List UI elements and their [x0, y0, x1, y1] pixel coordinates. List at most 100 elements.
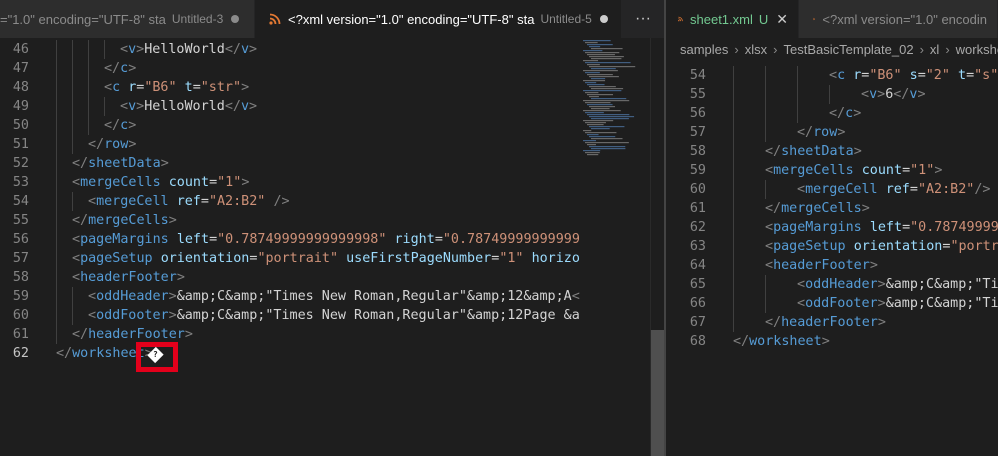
unsaved-dot-icon[interactable] [599, 15, 608, 23]
code-token: mergeCell [96, 194, 169, 209]
code-token: pageMargins [80, 232, 169, 247]
code-token: > [877, 315, 886, 330]
code-token: /> [974, 182, 991, 197]
breadcrumb-item[interactable]: xlsx [745, 42, 767, 57]
code-token: v [240, 42, 249, 57]
tab-path: Untitled-3 [171, 12, 224, 26]
line-number: 60 [689, 182, 706, 197]
minimap-line [583, 40, 611, 42]
tab-untitled-3[interactable]: ="1.0" encoding="UTF-8" sta Untitled-3 [0, 0, 255, 38]
scrollbar-thumb[interactable] [651, 330, 664, 456]
code-token: </ [72, 327, 89, 342]
code-text: </c> [104, 116, 136, 135]
code-text: </row> [797, 123, 845, 142]
code-token: > [821, 334, 830, 349]
code-token: mergeCells [88, 213, 169, 228]
code-token: /> [273, 194, 290, 209]
code-token: </ [104, 118, 121, 133]
minimap-line [585, 52, 620, 54]
code-line: 50 </c> [0, 116, 580, 135]
breadcrumb-separator-icon: › [734, 41, 739, 57]
code-token: > [176, 270, 185, 285]
minimap-line [585, 82, 597, 84]
minimap-line [585, 102, 611, 104]
line-number: 66 [689, 296, 706, 311]
code-token: "0.78749999999999998" [910, 220, 998, 235]
code-text: </mergeCells> [72, 211, 177, 230]
minimap-line [587, 44, 613, 46]
minimap-line [589, 116, 635, 118]
tab-untitled-5[interactable]: <?xml version="1.0" encoding="UTF-8" sta… [255, 0, 622, 38]
code-token: "portrait" [950, 239, 998, 254]
breadcrumb-item[interactable]: TestBasicTemplate_02 [784, 42, 914, 57]
more-actions-button[interactable]: ··· [622, 0, 664, 38]
code-token: "B6" [869, 68, 902, 83]
close-tab-icon[interactable]: ✕ [776, 11, 788, 28]
code-token: > [168, 289, 177, 304]
code-token: v [240, 99, 249, 114]
tab-xml-other[interactable]: <?xml version="1.0" encodin [799, 0, 998, 38]
breadcrumb: samples › xlsx › TestBasicTemplate_02 › xl › wor… [666, 38, 998, 60]
unsaved-dot-icon[interactable] [231, 15, 240, 23]
code-line: 46 <v>HelloWorld</v> [0, 40, 580, 59]
code-token: </ [224, 99, 241, 114]
code-token: oddFooter [805, 296, 878, 311]
code-token: </ [893, 87, 910, 102]
code-line: 53 <mergeCells count="1"> [0, 173, 580, 192]
code-token: "portrait" [257, 251, 339, 266]
breadcrumb-item[interactable]: xl [930, 42, 939, 57]
line-number: 57 [689, 125, 706, 140]
line-number: 48 [12, 80, 29, 95]
code-token: worksheet [749, 334, 822, 349]
code-text: </sheetData> [72, 154, 169, 173]
code-token: < [797, 277, 806, 292]
code-token: > [877, 87, 886, 102]
code-token: sheetData [781, 144, 854, 159]
minimap-line [583, 60, 599, 62]
code-token: < [120, 42, 129, 57]
minimap[interactable] [580, 38, 650, 456]
code-token: > [241, 175, 250, 190]
code-text: <pageMargins left="0.78749999999999998" … [72, 230, 580, 249]
left-editor[interactable]: 46 <v>HelloWorld</v> 47 </c> 48 <c r="B6" t="… [0, 38, 580, 456]
code-token: </ [104, 61, 121, 76]
code-token: = [192, 80, 201, 95]
code-token: &amp;C&amp;"Times New Roman,Regular"&amp… [176, 289, 572, 304]
code-text: <pageSetup orientation="portrait" useFir… [72, 249, 580, 268]
code-token: </ [571, 289, 580, 304]
invalid-character: ? [152, 349, 158, 359]
line-number: 60 [12, 308, 29, 323]
code-token: > [869, 258, 878, 273]
line-number: 59 [12, 289, 29, 304]
code-text: <c r="B6" s="2" t="s"> [829, 66, 998, 85]
breadcrumb-separator-icon: › [919, 41, 924, 57]
minimap-line [589, 46, 601, 48]
tab-sheet1-xml[interactable]: sheet1.xml U ✕ [666, 0, 799, 38]
breadcrumb-item[interactable]: workshee [956, 42, 998, 57]
code-line: 65 <oddHeader>&amp;C&amp;"Times New Roman… [666, 275, 998, 294]
code-token: </ [72, 213, 89, 228]
minimap-line [585, 72, 600, 74]
code-token: c [837, 68, 846, 83]
code-token: > [168, 308, 177, 323]
code-token: > [136, 99, 145, 114]
minimap-line [589, 66, 636, 68]
code-token: > [160, 156, 169, 171]
code-token: orientation [160, 251, 250, 266]
code-line: 47 </c> [0, 59, 580, 78]
code-token: < [88, 194, 97, 209]
right-editor[interactable]: 54<c r="B6" s="2" t="s">55<v>6</v>56</c>… [666, 60, 998, 456]
code-token: "0.78749999999999998" [442, 232, 580, 247]
line-number: 53 [12, 175, 29, 190]
code-token: "s" [974, 68, 998, 83]
minimap-line [591, 128, 610, 130]
code-token: > [877, 277, 886, 292]
minimap-line [585, 142, 629, 144]
breadcrumb-item[interactable]: samples [680, 42, 728, 57]
tab-title: sheet1.xml [690, 11, 753, 27]
code-token: < [797, 296, 806, 311]
